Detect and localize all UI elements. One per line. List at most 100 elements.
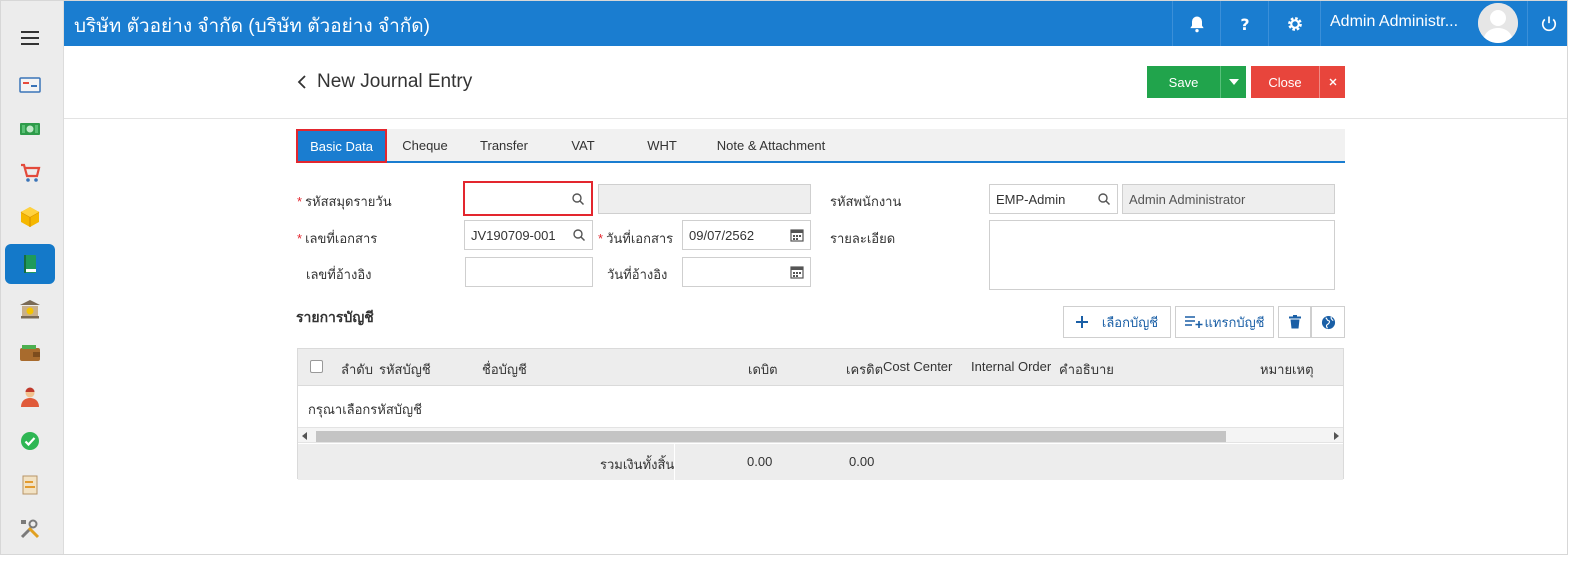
sidebar-item-report[interactable]	[5, 465, 55, 505]
col-cost-center: Cost Center	[883, 359, 953, 374]
avatar[interactable]	[1478, 3, 1518, 43]
empty-table-message: กรุณาเลือกรหัสบัญชี	[308, 402, 422, 417]
doc-date-label: * วันที่เอกสาร	[598, 228, 673, 249]
dashboard-icon	[19, 77, 41, 93]
tab-transfer[interactable]: Transfer	[466, 129, 542, 161]
doc-no-label-text: เลขที่เอกสาร	[305, 231, 378, 246]
tab-basic-data[interactable]: Basic Data	[296, 129, 387, 163]
scroll-right-arrow[interactable]	[1334, 432, 1339, 440]
sidebar-item-bank[interactable]	[5, 289, 55, 329]
doc-date-label-text: วันที่เอกสาร	[606, 231, 674, 246]
globe-button[interactable]	[1311, 306, 1345, 338]
top-bar: บริษัท ตัวอย่าง จำกัด (บริษัท ตัวอย่าง จ…	[64, 1, 1567, 46]
col-debit: เดบิต	[748, 362, 778, 377]
tab-vat[interactable]: VAT	[546, 129, 620, 161]
sidebar	[1, 1, 64, 554]
tab-note-attachment[interactable]: Note & Attachment	[708, 129, 834, 161]
notifications-button[interactable]	[1172, 1, 1220, 46]
wallet-icon	[20, 345, 40, 361]
sidebar-item-approve[interactable]	[5, 421, 55, 461]
delete-row-button[interactable]	[1278, 306, 1311, 338]
search-icon[interactable]	[572, 228, 586, 242]
doc-date-value: 09/07/2562	[689, 227, 755, 243]
logout-button[interactable]	[1528, 1, 1567, 46]
sidebar-item-wallet[interactable]	[5, 333, 55, 373]
save-button[interactable]: Save	[1147, 66, 1220, 98]
search-icon[interactable]	[571, 192, 585, 206]
calendar-icon[interactable]	[790, 265, 804, 279]
sidebar-item-inventory[interactable]	[5, 197, 55, 237]
settings-button[interactable]	[1268, 1, 1320, 46]
insert-account-label: แทรกบัญชี	[1204, 314, 1265, 330]
doc-no-input[interactable]: JV190709-001	[464, 220, 593, 250]
employee-code-input[interactable]: EMP-Admin	[989, 184, 1118, 214]
tab-wht[interactable]: WHT	[626, 129, 698, 161]
sidebar-item-finance[interactable]	[5, 109, 55, 149]
employee-code-label: รหัสพนักงาน	[830, 194, 902, 209]
trash-icon	[1288, 315, 1301, 329]
required-marker: *	[598, 231, 604, 246]
doc-date-input[interactable]: 09/07/2562	[682, 220, 811, 250]
total-credit: 0.00	[849, 454, 875, 469]
sidebar-item-tools[interactable]	[5, 509, 55, 549]
doc-no-value: JV190709-001	[471, 227, 556, 243]
journal-code-input[interactable]	[463, 181, 593, 216]
employee-name-value: Admin Administrator	[1129, 191, 1246, 207]
required-marker: *	[297, 194, 303, 209]
sidebar-item-dashboard[interactable]	[5, 65, 55, 105]
journal-code-label-text: รหัสสมุดรายวัน	[305, 194, 392, 209]
ref-date-label: วันที่อ้างอิง	[607, 267, 668, 282]
help-icon: ?	[1240, 14, 1249, 33]
col-account-name: ชื่อบัญชี	[482, 362, 527, 377]
user-avatar-icon	[1478, 3, 1518, 43]
sidebar-item-sales[interactable]	[5, 153, 55, 193]
horizontal-scrollbar[interactable]	[298, 427, 1343, 443]
insert-list-icon	[1184, 316, 1203, 328]
col-description: คำอธิบาย	[1059, 362, 1114, 377]
employee-code-value: EMP-Admin	[996, 191, 1066, 207]
back-arrow-icon[interactable]	[296, 74, 308, 90]
insert-account-button[interactable]: แทรกบัญชี	[1175, 306, 1274, 338]
scroll-thumb[interactable]	[316, 431, 1226, 442]
detail-label: รายละเอียด	[830, 231, 896, 246]
select-all-checkbox[interactable]	[310, 360, 323, 373]
sidebar-item-employee[interactable]	[5, 377, 55, 417]
caret-down-icon	[1228, 79, 1239, 85]
tab-cheque[interactable]: Cheque	[389, 129, 461, 161]
save-options-dropdown[interactable]	[1220, 66, 1246, 98]
bell-icon	[1189, 16, 1204, 32]
close-button[interactable]: Close	[1251, 66, 1319, 98]
svg-text:?: ?	[1240, 14, 1249, 33]
help-button[interactable]: ?	[1220, 1, 1268, 46]
table-header: ลำดับ รหัสบัญชี ชื่อบัญชี เดบิต เครดิต C…	[298, 349, 1343, 386]
company-name: บริษัท ตัวอย่าง จำกัด (บริษัท ตัวอย่าง จ…	[74, 16, 430, 37]
required-marker: *	[297, 231, 303, 246]
doc-no-label: * เลขที่เอกสาร	[297, 228, 377, 249]
close-x-button[interactable]	[1319, 66, 1345, 98]
book-icon	[24, 255, 36, 273]
detail-textarea[interactable]	[989, 220, 1335, 290]
col-remark: หมายเหตุ	[1260, 362, 1314, 377]
employee-icon	[21, 387, 39, 407]
scroll-left-arrow[interactable]	[302, 432, 307, 440]
ref-no-input[interactable]	[465, 257, 593, 287]
tools-icon	[20, 519, 40, 539]
hamburger-menu-icon[interactable]	[21, 31, 39, 45]
account-list-title: รายการบัญชี	[296, 309, 374, 325]
search-icon[interactable]	[1097, 192, 1111, 206]
check-circle-icon	[21, 432, 39, 450]
gear-icon	[1287, 16, 1302, 31]
select-account-button[interactable]: เลือกบัญชี	[1063, 306, 1171, 338]
sidebar-item-journal[interactable]	[5, 244, 55, 284]
calendar-icon[interactable]	[790, 228, 804, 242]
plus-icon	[1075, 316, 1088, 328]
cart-icon	[21, 163, 41, 182]
page-title: New Journal Entry	[317, 71, 473, 92]
table-footer: รวมเงินทั้งสิ้น 0.00 0.00	[298, 444, 1343, 480]
bank-icon	[20, 300, 40, 319]
col-internal-order: Internal Order	[971, 359, 1052, 374]
col-account-code: รหัสบัญชี	[379, 362, 431, 377]
app-frame: บริษัท ตัวอย่าง จำกัด (บริษัท ตัวอย่าง จ…	[0, 0, 1568, 555]
ref-date-input[interactable]	[682, 257, 811, 287]
col-seq: ลำดับ	[341, 362, 373, 377]
